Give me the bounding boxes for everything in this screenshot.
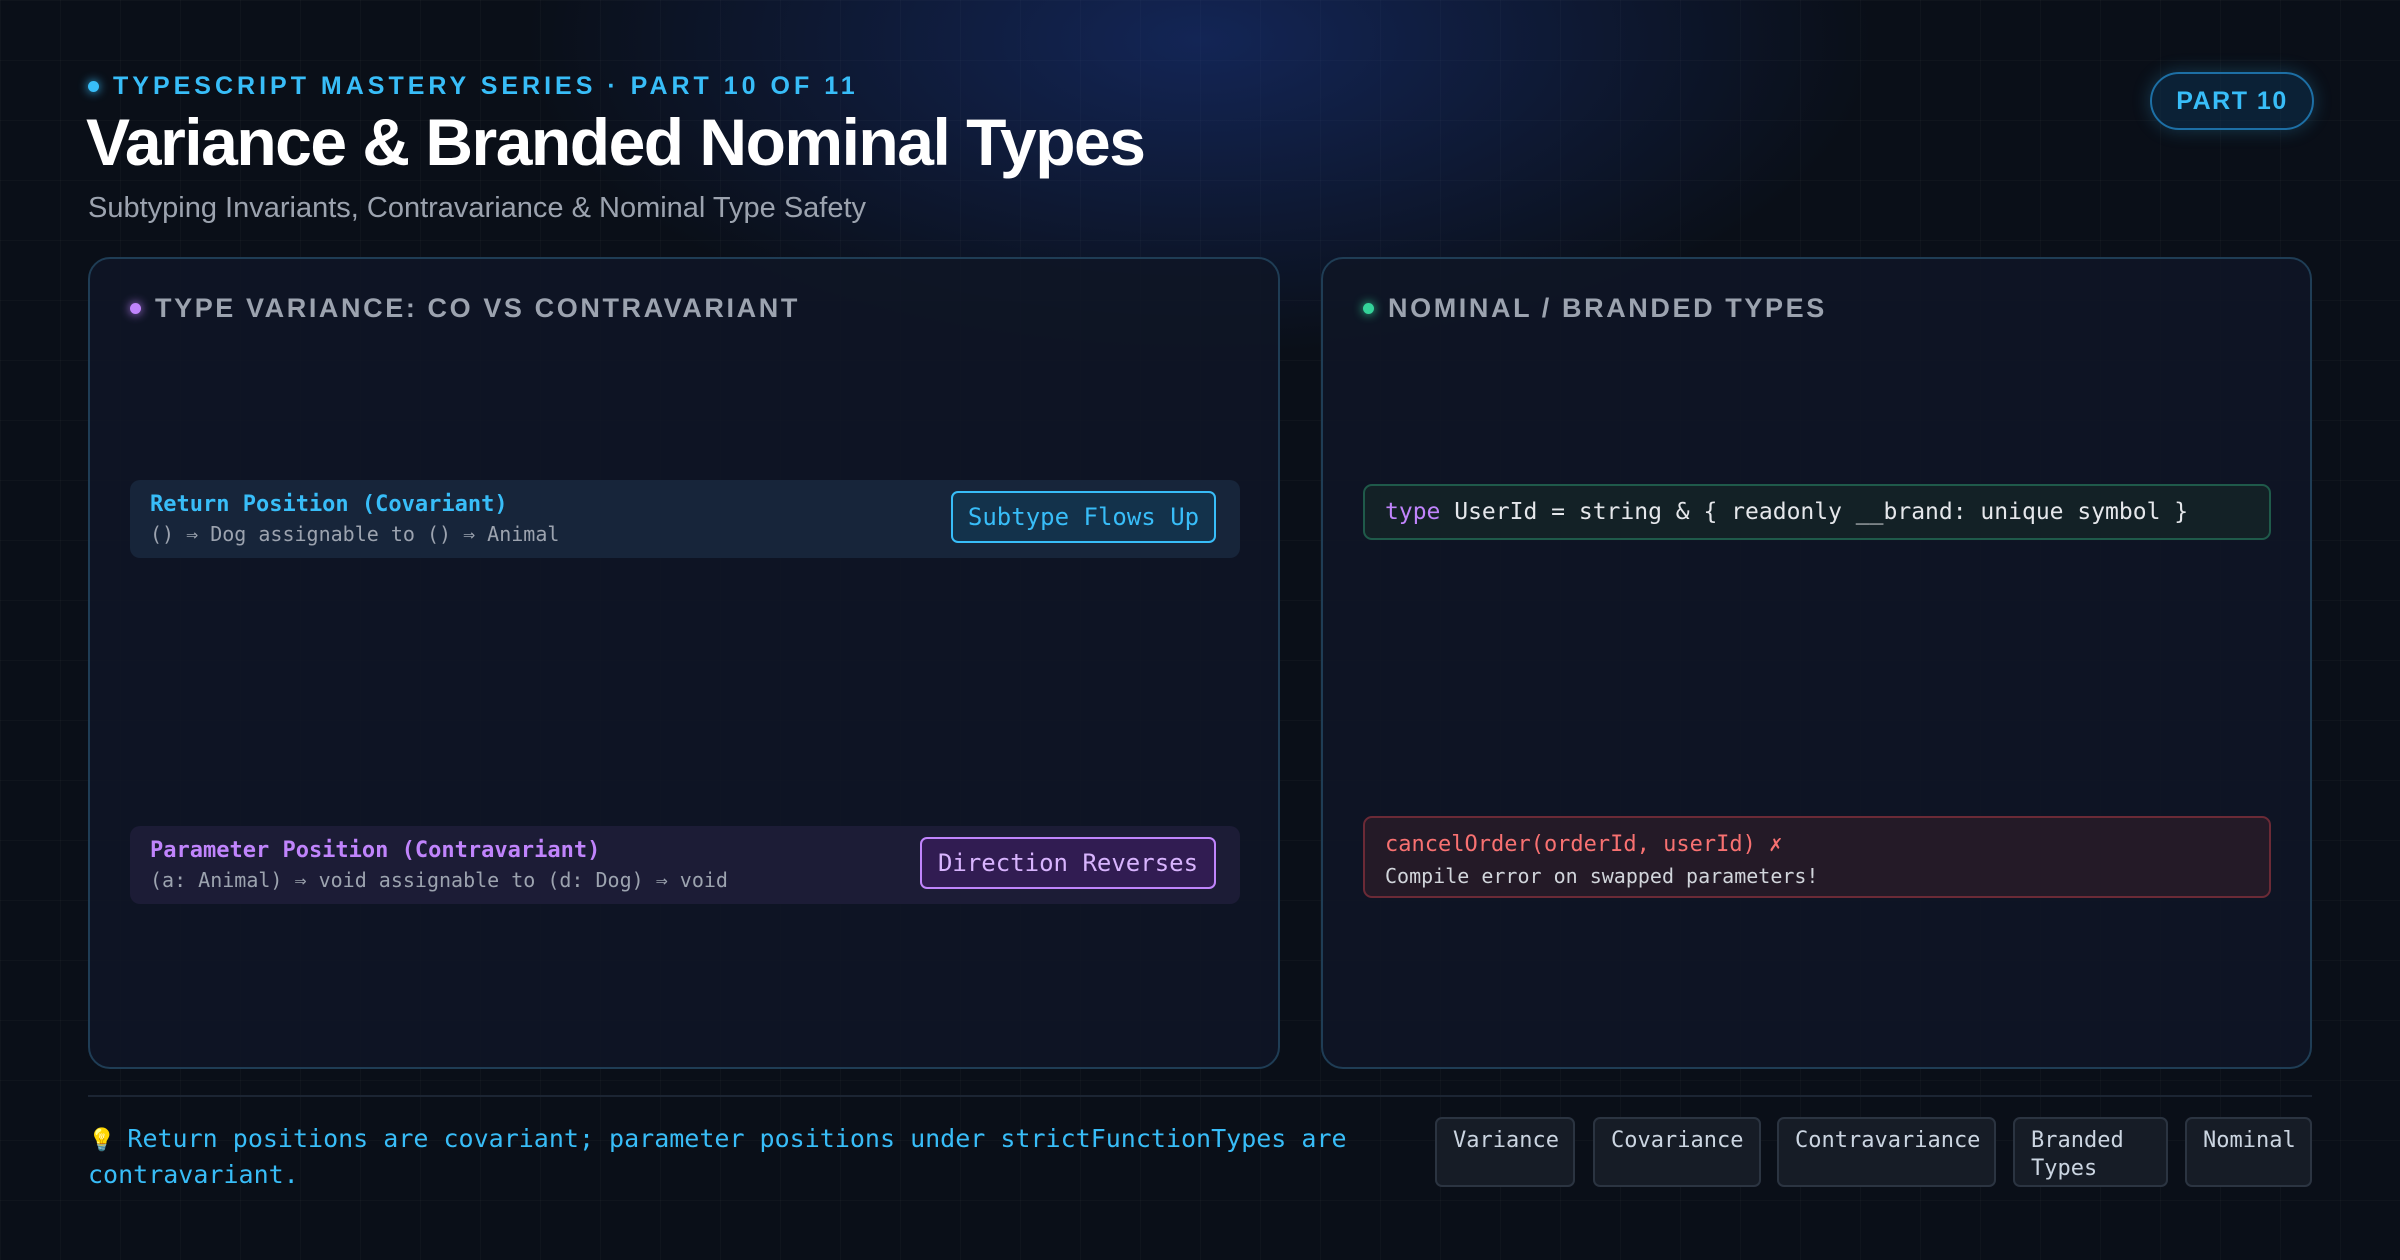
nominal-panel: NOMINAL / BRANDED TYPES type UserId = st… <box>1321 257 2312 1069</box>
variance-panel: TYPE VARIANCE: CO VS CONTRAVARIANT Retur… <box>88 257 1280 1069</box>
code-keyword: type <box>1385 499 1441 525</box>
footer-tip: 💡 Return positions are covariant; paramet… <box>88 1122 1348 1192</box>
tag-variance: Variance <box>1435 1117 1575 1187</box>
contravariant-pill: Direction Reverses <box>920 837 1216 889</box>
covariant-description: () ⇒ Dog assignable to () ⇒ Animal <box>150 522 560 546</box>
footer-divider <box>88 1095 2312 1097</box>
page-title: Variance & Branded Nominal Types <box>86 105 1146 179</box>
branded-type-code: type UserId = string & { readonly __bran… <box>1363 484 2271 540</box>
tip-text: Return positions are covariant; paramete… <box>88 1124 1347 1189</box>
error-call: cancelOrder(orderId, userId) ✗ <box>1385 832 1783 857</box>
nominal-panel-header: NOMINAL / BRANDED TYPES <box>1363 293 1827 324</box>
lightbulb-icon: 💡 <box>88 1128 116 1153</box>
variance-panel-header: TYPE VARIANCE: CO VS CONTRAVARIANT <box>130 293 800 324</box>
compile-error-box: cancelOrder(orderId, userId) ✗ Compile e… <box>1363 816 2271 898</box>
series-label: TYPESCRIPT MASTERY SERIES · PART 10 OF 1… <box>88 72 859 101</box>
tag-branded-types: Branded Types <box>2013 1117 2168 1187</box>
covariant-row: Return Position (Covariant) () ⇒ Dog ass… <box>130 480 1240 558</box>
contravariant-row: Parameter Position (Contravariant) (a: A… <box>130 826 1240 904</box>
contravariant-description: (a: Animal) ⇒ void assignable to (d: Dog… <box>150 868 728 892</box>
contravariant-heading: Parameter Position (Contravariant) <box>150 838 601 863</box>
series-text: TYPESCRIPT MASTERY SERIES · PART 10 OF 1… <box>113 72 859 100</box>
error-message: Compile error on swapped parameters! <box>1385 864 1819 888</box>
tag-contravariance: Contravariance <box>1777 1117 1996 1187</box>
code-declaration: UserId = string & { readonly __brand: un… <box>1440 499 2189 525</box>
variance-panel-title: TYPE VARIANCE: CO VS CONTRAVARIANT <box>155 293 800 323</box>
tag-nominal: Nominal <box>2185 1117 2312 1187</box>
page-subtitle: Subtyping Invariants, Contravariance & N… <box>88 192 867 224</box>
series-dot-icon <box>88 81 99 92</box>
part-badge: PART 10 <box>2150 72 2314 130</box>
covariant-heading: Return Position (Covariant) <box>150 492 508 517</box>
nominal-dot-icon <box>1363 303 1374 314</box>
nominal-panel-title: NOMINAL / BRANDED TYPES <box>1388 293 1827 323</box>
variance-dot-icon <box>130 303 141 314</box>
tag-covariance: Covariance <box>1593 1117 1761 1187</box>
covariant-pill: Subtype Flows Up <box>951 491 1216 543</box>
